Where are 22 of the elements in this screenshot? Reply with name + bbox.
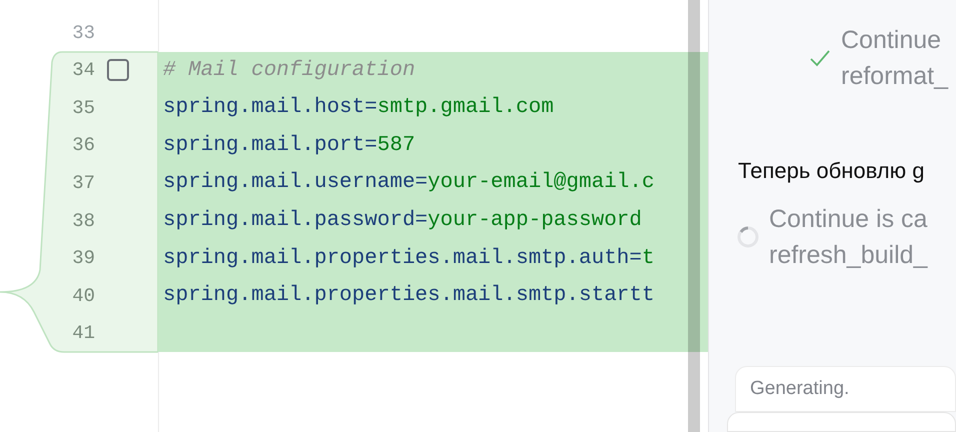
code-line: spring.mail.properties.mail.smtp.startt bbox=[163, 283, 654, 310]
line-number: 35 bbox=[71, 96, 95, 121]
code-comment: # Mail configuration bbox=[163, 58, 416, 84]
input-field[interactable]: Generating. bbox=[735, 366, 956, 412]
tool-status-text: Continue reformat_ bbox=[841, 25, 948, 92]
code-line: spring.mail.host=smtp.gmail.com bbox=[163, 95, 554, 122]
line-number: 36 bbox=[71, 133, 95, 158]
code-line: spring.mail.properties.mail.smtp.auth=t bbox=[163, 246, 654, 272]
checkbox[interactable] bbox=[107, 59, 129, 82]
line-number: 33 bbox=[71, 20, 95, 46]
line-number: 41 bbox=[71, 321, 95, 346]
code-line: spring.mail.username=your-email@gmail.c bbox=[163, 170, 654, 196]
scrollbar[interactable] bbox=[688, 0, 700, 432]
line-number: 37 bbox=[71, 170, 95, 196]
code-line: spring.mail.password=your-app-password bbox=[163, 208, 642, 234]
line-number: 39 bbox=[71, 246, 95, 272]
tool-status-text: Continue is ca refresh_build_ bbox=[769, 204, 928, 271]
line-number: 38 bbox=[71, 208, 95, 234]
message-text: Теперь обновлю g bbox=[738, 158, 924, 183]
code-line: spring.mail.port=587 bbox=[163, 132, 416, 159]
line-number: 40 bbox=[71, 284, 95, 309]
line-number: 34 bbox=[71, 58, 95, 84]
